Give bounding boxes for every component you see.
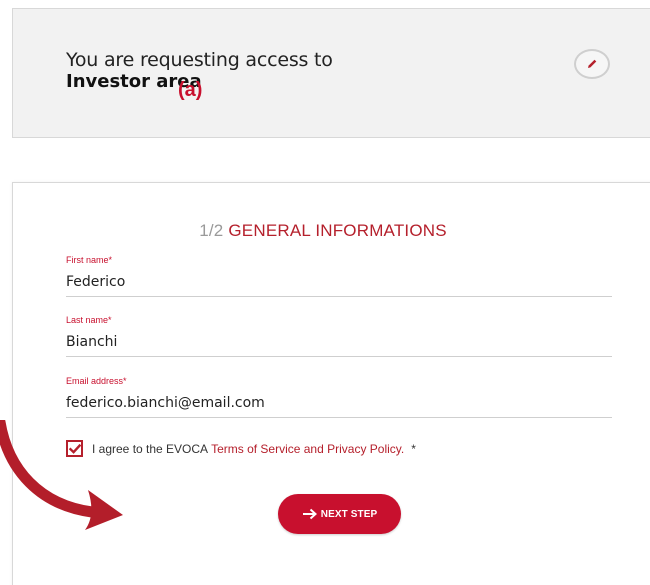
access-summary-card: You are requesting access to Investor ar… xyxy=(12,8,650,138)
form-title: GENERAL INFORMATIONS xyxy=(228,221,447,240)
access-intro-text: You are requesting access to xyxy=(66,49,333,71)
next-step-button[interactable]: NEXT STEP xyxy=(278,494,401,534)
terms-privacy-link[interactable]: Terms of Service and Privacy Policy. xyxy=(211,442,404,456)
last-name-label: Last name* xyxy=(66,315,112,325)
email-field[interactable]: Email address* federico.bianchi@email.co… xyxy=(66,376,612,418)
next-step-label: NEXT STEP xyxy=(320,508,378,520)
form-step-indicator: 1/2 xyxy=(199,221,224,240)
curved-arrow-icon xyxy=(0,420,123,530)
last-name-field[interactable]: Last name* Bianchi xyxy=(66,315,612,357)
required-marker: * xyxy=(411,441,416,456)
first-name-input[interactable]: Federico xyxy=(66,274,612,296)
figure-annotation-label: (a) xyxy=(178,79,203,101)
first-name-field[interactable]: First name* Federico xyxy=(66,255,612,297)
first-name-label: First name* xyxy=(66,255,113,265)
form-heading: 1/2 GENERAL INFORMATIONS xyxy=(13,221,650,241)
last-name-input[interactable]: Bianchi xyxy=(66,334,612,356)
arrow-right-icon xyxy=(302,508,317,520)
email-label: Email address* xyxy=(66,376,127,386)
pencil-icon xyxy=(588,59,597,68)
email-input[interactable]: federico.bianchi@email.com xyxy=(66,395,612,417)
edit-button[interactable] xyxy=(574,49,610,79)
